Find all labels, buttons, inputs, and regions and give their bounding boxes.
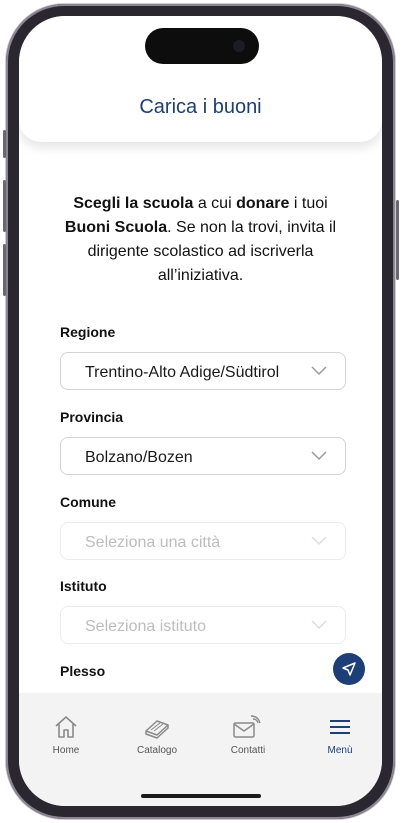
volume-up-button (3, 180, 6, 232)
regione-label: Regione (60, 324, 116, 340)
chevron-down-icon (311, 366, 327, 376)
app-screen: Carica i buoni Scegli la scuola a cui do… (19, 16, 382, 806)
comune-label: Comune (60, 494, 116, 510)
home-indicator (141, 794, 261, 798)
camera-icon (233, 40, 245, 52)
chevron-down-icon (311, 620, 327, 630)
comune-select[interactable]: Seleziona una città (60, 522, 346, 560)
home-icon (55, 716, 77, 738)
provincia-value: Bolzano/Bozen (85, 449, 193, 466)
catalog-book-icon (145, 720, 169, 739)
page-title: Carica i buoni (139, 96, 262, 118)
tab-menu[interactable]: Menù (305, 713, 375, 756)
dynamic-island (145, 28, 259, 64)
istituto-label: Istituto (60, 578, 107, 594)
power-button (396, 200, 399, 280)
tab-home-label: Home (52, 745, 80, 756)
chevron-down-icon (311, 536, 327, 546)
tab-catalogo[interactable]: Catalogo (122, 713, 192, 756)
plesso-label: Plesso (60, 663, 106, 679)
tab-catalogo-label: Catalogo (136, 745, 178, 756)
istituto-placeholder: Seleziona istituto (85, 618, 206, 635)
comune-placeholder: Seleziona una città (85, 534, 221, 551)
istituto-select[interactable]: Seleziona istituto (60, 606, 346, 644)
navigation-arrow-icon (342, 662, 356, 676)
tab-contatti-label: Contatti (230, 745, 266, 756)
tab-menu-label: Menù (327, 745, 353, 756)
intro-text-part: i tuoi (289, 195, 328, 212)
regione-value: Trentino-Alto Adige/Südtirol (85, 364, 280, 381)
hamburger-menu-icon (330, 720, 350, 734)
tab-home[interactable]: Home (31, 713, 101, 756)
provincia-select[interactable]: Bolzano/Bozen (60, 437, 346, 475)
intro-bold-vouchers: Buoni Scuola (64, 219, 168, 236)
bottom-tab-bar: Home Catalogo Contatti Menù (19, 693, 382, 806)
tab-contatti[interactable]: Contatti (213, 713, 283, 756)
intro-text: Scegli la scuola a cui donare i tuoi Buo… (49, 192, 352, 288)
action-button (3, 130, 6, 158)
intro-bold-donate: donare (236, 195, 290, 212)
provincia-label: Provincia (60, 409, 124, 425)
contact-mail-icon (233, 715, 261, 738)
navigation-fab-button[interactable] (333, 653, 365, 685)
volume-down-button (3, 244, 6, 296)
chevron-down-icon (311, 451, 327, 461)
intro-bold-choose-school: Scegli la scuola (73, 195, 194, 212)
intro-text-part: a cui (193, 195, 237, 212)
regione-select[interactable]: Trentino-Alto Adige/Südtirol (60, 352, 346, 390)
